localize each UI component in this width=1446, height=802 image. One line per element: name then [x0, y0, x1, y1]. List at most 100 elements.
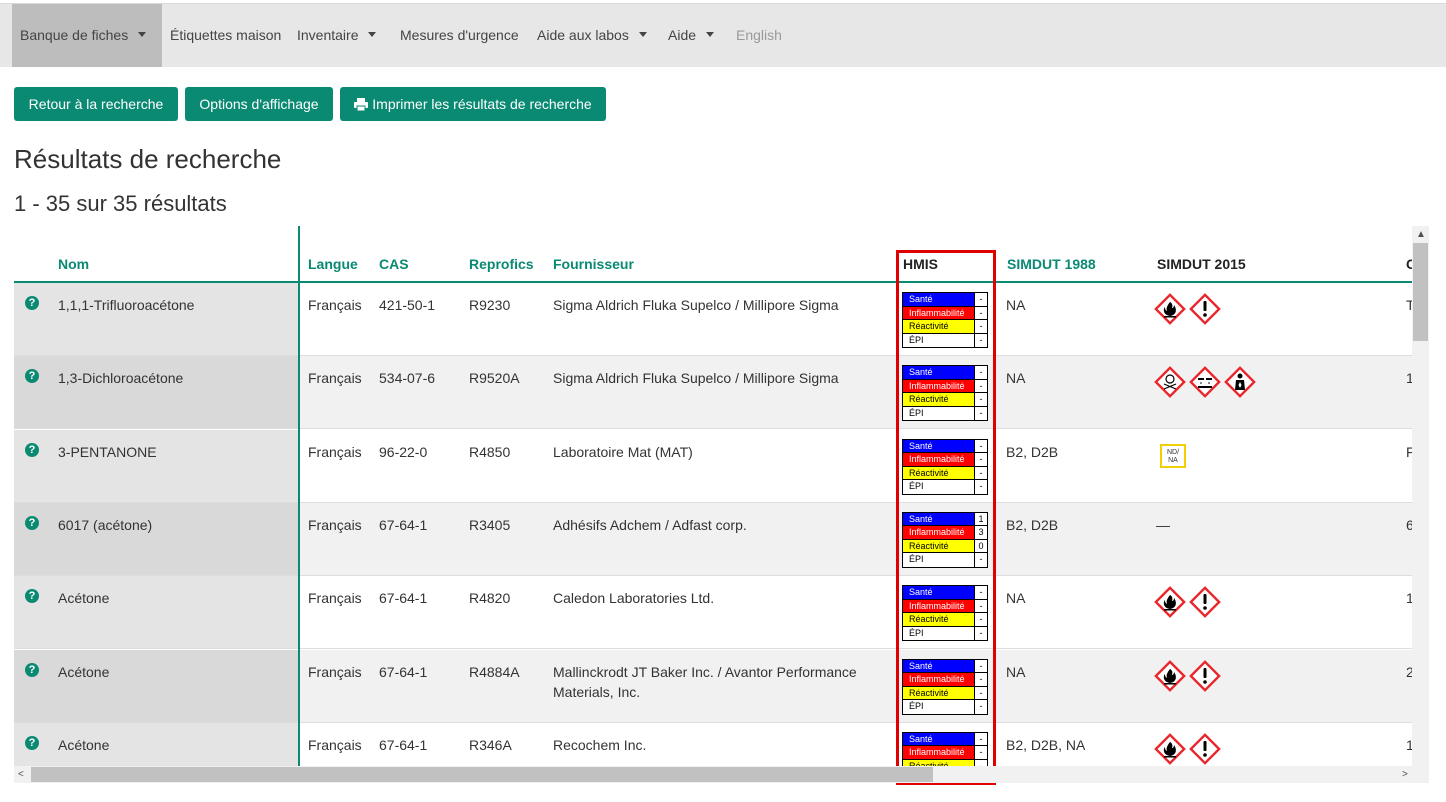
table-row[interactable]: ? Acétone Français 67-64-1 R346A Recochem Inc…	[14, 722, 1412, 766]
cell-nom[interactable]: 1,3-Dichloroacétone	[58, 368, 183, 388]
frozen-cell-bg	[14, 429, 298, 502]
cell-langue: Français	[308, 736, 362, 753]
cell-langue: Français	[308, 370, 362, 387]
nav-etiquettes-maison[interactable]: Étiquettes maison	[170, 4, 281, 67]
nav-inventaire[interactable]: Inventaire	[297, 4, 377, 67]
column-header-cas[interactable]: CAS	[379, 256, 409, 272]
cell-cas: 67-64-1	[379, 590, 428, 607]
help-icon[interactable]: ?	[25, 296, 39, 310]
help-icon[interactable]: ?	[25, 735, 39, 750]
help-icon[interactable]: ?	[25, 515, 39, 530]
print-results-button[interactable]: Imprimer les résultats de recherche	[340, 87, 606, 121]
cell-langue: Français	[308, 663, 362, 680]
column-header-fournisseur[interactable]: Fournisseur	[553, 256, 634, 272]
cell-cas: 67-64-1	[379, 516, 428, 533]
column-header-reprofics[interactable]: Reprofics	[469, 256, 534, 272]
exclamation-icon	[1189, 293, 1221, 325]
cell-nom[interactable]: 6017 (acétone)	[58, 515, 152, 535]
cell-fournisseur: Caledon Laboratories Ltd.	[553, 590, 715, 607]
nav-aide[interactable]: Aide	[668, 4, 715, 67]
button-label: Imprimer les résultats de recherche	[372, 96, 592, 112]
cell-fournisseur: Laboratoire Mat (MAT)	[553, 443, 693, 460]
cell-nom[interactable]: 1,1,1-Trifluoroacétone	[58, 295, 194, 315]
flame-icon	[1154, 586, 1186, 619]
cell-reprofics: R4820	[469, 590, 511, 607]
cell-fournisseur: Mallinckrodt JT Baker Inc. / Avantor Per…	[553, 663, 857, 700]
nav-label: Étiquettes maison	[170, 27, 282, 43]
chevron-down-icon	[706, 31, 715, 37]
cell-fournisseur: Sigma Aldrich Fluka Supelco / Millipore …	[553, 297, 839, 313]
frozen-cell-bg	[14, 502, 298, 575]
button-label: Options d'affichage	[199, 96, 319, 112]
cell-reprofics: R4884A	[469, 663, 520, 680]
cell-reprofics: R9520A	[469, 370, 520, 387]
nav-label: Aide aux labos	[537, 27, 629, 43]
button-label: Retour à la recherche	[28, 96, 164, 112]
cell-langue: Français	[308, 297, 362, 313]
cell-simdut1988: NA	[1006, 663, 1026, 680]
cell-reprofics: R9230	[469, 297, 511, 313]
frozen-cell-bg	[14, 649, 298, 722]
cell-fournisseur: Sigma Aldrich Fluka Supelco / Millipore …	[553, 370, 839, 387]
scroll-up-icon[interactable]: ▲	[1416, 230, 1426, 240]
nav-label: Mesures d'urgence	[400, 27, 519, 43]
frozen-cell-bg	[14, 283, 298, 355]
column-header-simdut2015: SIMDUT 2015	[1157, 256, 1246, 272]
scroll-left-icon[interactable]: <	[18, 770, 24, 780]
health-hazard-icon	[1224, 366, 1256, 399]
cell-simdut1988: NA	[1006, 297, 1026, 313]
nav-label: Banque de fiches	[20, 27, 129, 43]
frozen-cell-bg	[14, 356, 298, 429]
column-header-simdut1988[interactable]: SIMDUT 1988	[1007, 256, 1096, 272]
cell-simdut1988: B2, D2B	[1006, 516, 1059, 533]
cell-reprofics: R3405	[469, 516, 511, 533]
frozen-cell-bg	[14, 722, 298, 766]
nav-mesures-urgence[interactable]: Mesures d'urgence	[400, 4, 519, 67]
printer-icon	[354, 97, 369, 111]
table-row[interactable]: ? 1,3-Dichloroacétone Français 534-07-6 R952…	[14, 356, 1412, 430]
column-header-nom[interactable]: Nom	[58, 256, 89, 272]
table-row[interactable]: ? Acétone Français 67-64-1 R4820 Caledon Labo…	[14, 576, 1412, 650]
nd-na-badge: ND/ NA	[1160, 443, 1186, 468]
frozen-cell-bg	[14, 576, 298, 649]
nav-label: Inventaire	[297, 27, 359, 43]
cell-nom[interactable]: Acétone	[58, 735, 109, 755]
chevron-down-icon	[638, 31, 647, 37]
cell-nom[interactable]: Acétone	[58, 588, 109, 608]
frozen-column-divider	[298, 226, 300, 766]
scroll-right-icon[interactable]: >	[1402, 770, 1408, 780]
display-options-button[interactable]: Options d'affichage	[185, 87, 333, 121]
nav-banque-de-fiches[interactable]: Banque de fiches	[12, 4, 162, 67]
table-row[interactable]: ? 3-PENTANONE Français 96-22-0 R4850 Laborato…	[14, 429, 1412, 503]
cell-cas: 67-64-1	[379, 736, 428, 753]
cell-simdut1988: B2, D2B	[1006, 443, 1059, 460]
cell-nom[interactable]: 3-PENTANONE	[58, 442, 157, 462]
cell-langue: Français	[308, 590, 362, 607]
nav-aide-aux-labos[interactable]: Aide aux labos	[537, 4, 647, 67]
exclamation-icon	[1189, 732, 1221, 765]
help-icon[interactable]: ?	[25, 662, 39, 677]
cell-reprofics: R4850	[469, 443, 511, 460]
table-row[interactable]: ? Acétone Français 67-64-1 R4884A Mallinckrod…	[14, 649, 1412, 723]
cell-langue: Français	[308, 443, 362, 460]
cell-cas: 67-64-1	[379, 663, 428, 680]
cell-simdut1988: NA	[1006, 590, 1026, 607]
help-icon[interactable]: ?	[25, 442, 39, 457]
chevron-down-icon	[138, 31, 147, 37]
table-row[interactable]: ? 6017 (acétone) Français 67-64-1 R3405 Adhés…	[14, 502, 1412, 576]
cell-cas: 421-50-1	[379, 297, 436, 313]
back-to-search-button[interactable]: Retour à la recherche	[14, 87, 178, 121]
column-header-langue[interactable]: Langue	[308, 256, 358, 272]
vertical-scroll-thumb[interactable]	[1413, 243, 1428, 341]
cell-fournisseur: Recochem Inc.	[553, 736, 647, 753]
skull-icon	[1154, 366, 1186, 399]
cell-nom[interactable]: Acétone	[58, 662, 109, 682]
cell-cas: 534-07-6	[379, 370, 436, 387]
result-count: 1 - 35 sur 35 résultats	[14, 191, 227, 216]
cell-reprofics: R346A	[469, 736, 512, 753]
table-row[interactable]: ? 1,1,1-Trifluoroacétone Français 421-50-1 R…	[14, 283, 1412, 356]
cell-simdut1988: B2, D2B, NA	[1006, 736, 1086, 753]
cell-simdut2015: —	[1156, 516, 1170, 533]
nav-english[interactable]: English	[736, 4, 782, 67]
horizontal-scroll-thumb[interactable]	[31, 767, 933, 782]
